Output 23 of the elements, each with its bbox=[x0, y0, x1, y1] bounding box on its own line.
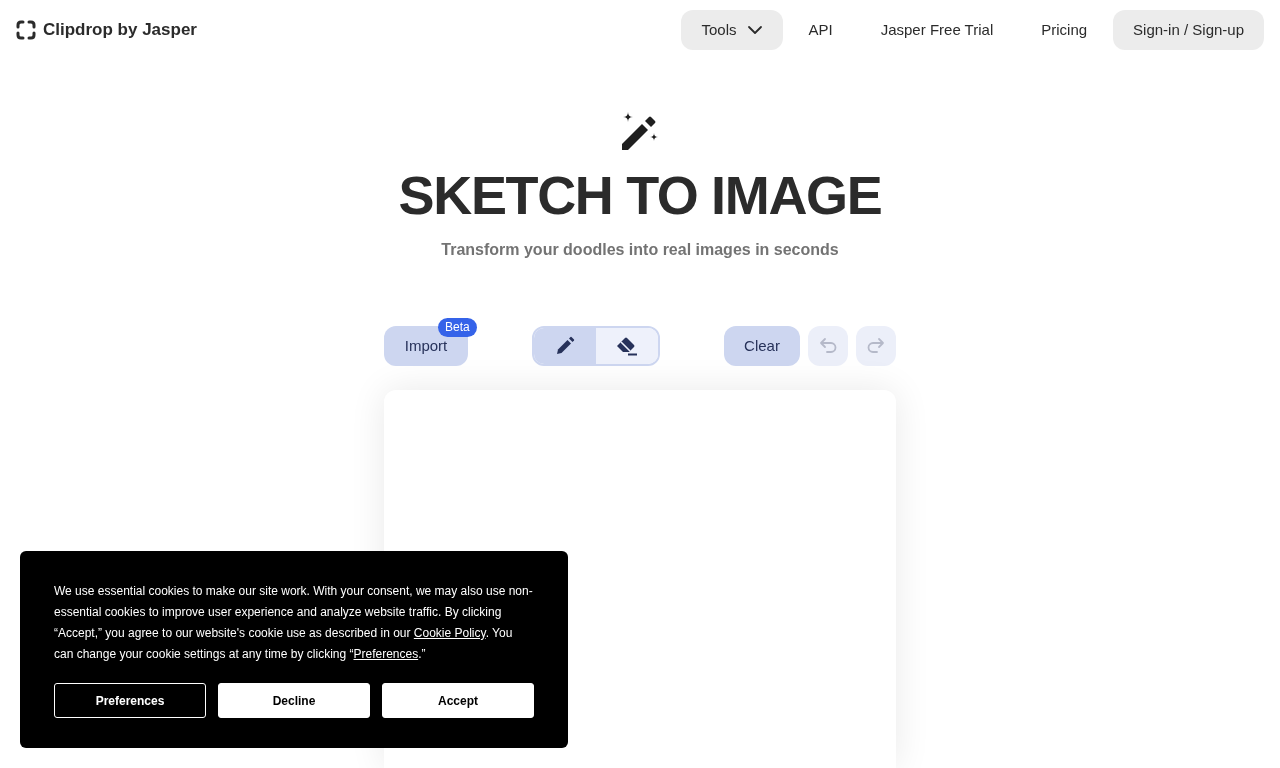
redo-icon bbox=[866, 336, 886, 356]
page-subtitle: Transform your doodles into real images in seconds bbox=[441, 240, 839, 260]
nav-link[interactable]: Jasper Free Trial bbox=[858, 10, 1016, 50]
logo-text[interactable]: Clipdrop by Jasper bbox=[43, 17, 197, 43]
cookie-button[interactable]: Decline bbox=[218, 683, 370, 718]
undo-icon bbox=[818, 336, 838, 356]
nav-link[interactable]: API bbox=[786, 10, 855, 50]
cookie-button[interactable]: Accept bbox=[382, 683, 534, 718]
eraser-icon bbox=[616, 336, 638, 356]
tools-menu-button[interactable]: Tools bbox=[681, 10, 783, 50]
page-title: SKETCH TO IMAGE bbox=[398, 168, 882, 222]
inline-link[interactable]: Cookie Policy bbox=[413, 626, 486, 640]
beta-badge: Beta bbox=[438, 318, 477, 337]
logo-icon[interactable] bbox=[16, 20, 36, 40]
pencil-tool-button[interactable] bbox=[534, 328, 596, 364]
eraser-tool-button[interactable] bbox=[596, 328, 658, 364]
cookie-notice-text: We use essential cookies to make our site work. With your consent, we may also use non-essential cookies to improve user experience and analyze website traffic. By clicking “Accept,” you agree to our website's cookie use as described in our Cookie Policy. You can change your cookie settings at any time by clicking “Preferences.” bbox=[54, 583, 534, 663]
pencil-icon bbox=[555, 336, 575, 356]
inline-link[interactable]: Preferences bbox=[353, 647, 419, 661]
clear-button[interactable]: Clear bbox=[724, 326, 800, 366]
sign-in-button[interactable]: Sign-in / Sign-up bbox=[1113, 10, 1264, 50]
cookie-button[interactable]: Preferences bbox=[54, 683, 206, 718]
nav-link[interactable]: Pricing bbox=[1019, 10, 1110, 50]
